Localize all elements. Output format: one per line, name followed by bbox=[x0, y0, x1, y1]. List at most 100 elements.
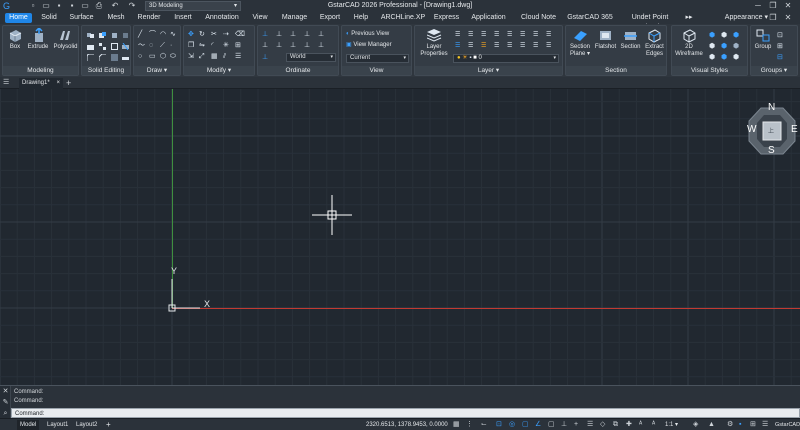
erase-icon[interactable]: ⌫ bbox=[235, 31, 245, 38]
ucs-z-icon[interactable]: ⊥ bbox=[318, 42, 325, 49]
spline-icon[interactable]: ∿ bbox=[170, 31, 177, 38]
lineweight-icon[interactable]: ☰ bbox=[587, 421, 595, 429]
save-as-icon[interactable]: ▪ bbox=[67, 1, 77, 11]
style-shaded-edges-icon[interactable]: ⬢ bbox=[721, 43, 728, 50]
helix-icon[interactable]: ◌ bbox=[149, 42, 156, 49]
command-window-handle[interactable]: ✕ ✎ ⌕ bbox=[0, 386, 11, 419]
panel-draw-title[interactable]: Draw ▾ bbox=[134, 66, 180, 75]
extrude-face-icon[interactable] bbox=[87, 43, 94, 50]
ucs-object-icon[interactable]: ⊥ bbox=[276, 42, 283, 49]
tab-annotation[interactable]: Annotation bbox=[204, 13, 240, 23]
extract-edges-button[interactable]: Extract Edges bbox=[643, 28, 666, 58]
grid-toggle-icon[interactable]: ▦ bbox=[453, 421, 461, 429]
circle-icon[interactable]: ○ bbox=[138, 53, 145, 60]
viewcube[interactable]: N S E W 上 bbox=[747, 102, 798, 157]
tab-application[interactable]: Application bbox=[470, 13, 507, 23]
panel-groups-title[interactable]: Groups ▾ bbox=[751, 66, 797, 75]
tab-render[interactable]: Render bbox=[136, 13, 162, 23]
save-icon[interactable]: ▪ bbox=[54, 1, 64, 11]
more-tabs-icon[interactable]: ▸▸ bbox=[684, 13, 694, 23]
layer-tool-14-icon[interactable]: ☰ bbox=[520, 43, 527, 50]
shell-icon[interactable] bbox=[111, 43, 118, 50]
copy-icon[interactable]: ❐ bbox=[188, 42, 195, 49]
construction-line-icon[interactable]: ⟋ bbox=[160, 42, 167, 49]
tab-home[interactable]: Home bbox=[5, 13, 32, 23]
fillet-icon[interactable]: ◜ bbox=[211, 42, 218, 49]
polygon-icon[interactable]: ⬡ bbox=[160, 53, 167, 60]
intersect-icon[interactable] bbox=[111, 32, 118, 39]
3d-osnap-icon[interactable]: ▢ bbox=[548, 421, 556, 429]
layer-tool-15-icon[interactable]: ☰ bbox=[533, 43, 540, 50]
line-icon[interactable]: ╱ bbox=[138, 31, 145, 38]
tab-layout1[interactable]: Layout1 bbox=[44, 420, 71, 430]
point-icon[interactable]: · bbox=[170, 42, 177, 49]
restore-icon[interactable]: ❐ bbox=[767, 0, 779, 12]
layer-tool-11-icon[interactable]: ☰ bbox=[481, 43, 488, 50]
ucs-origin-icon[interactable]: ⊥ bbox=[290, 31, 297, 38]
rectangle-icon[interactable]: ▭ bbox=[149, 53, 156, 60]
stretch-icon[interactable]: ⇲ bbox=[188, 53, 195, 60]
polar-toggle-icon[interactable]: ◎ bbox=[509, 421, 517, 429]
redo-icon[interactable]: ↷ bbox=[127, 1, 137, 11]
style-xray-icon[interactable]: ⬢ bbox=[721, 54, 728, 61]
subtract-icon[interactable] bbox=[99, 32, 106, 39]
settings-icon[interactable]: ✎ bbox=[0, 397, 11, 408]
panel-modify-title[interactable]: Modify ▾ bbox=[184, 66, 254, 75]
dynamic-input-icon[interactable]: + bbox=[574, 421, 582, 429]
app-logo-icon[interactable]: G bbox=[3, 1, 13, 11]
imprint-icon[interactable] bbox=[111, 54, 118, 61]
tab-export[interactable]: Export bbox=[318, 13, 342, 23]
viewcube-north[interactable]: N bbox=[768, 102, 775, 113]
layer-tool-12-icon[interactable]: ☰ bbox=[494, 43, 501, 50]
osnap-toggle-icon[interactable]: ▢ bbox=[522, 421, 530, 429]
2d-wireframe-button[interactable]: 2D Wireframe bbox=[674, 28, 704, 58]
clean-screen-icon[interactable]: ⊞ bbox=[750, 421, 758, 429]
print-icon[interactable]: ⎙ bbox=[94, 1, 104, 11]
array-icon[interactable]: ▦ bbox=[211, 53, 218, 60]
panel-layer-title[interactable]: Layer ▾ bbox=[415, 66, 562, 75]
view-manager-button[interactable]: ▣ View Manager bbox=[346, 41, 392, 49]
layer-tool-9-icon[interactable]: ☰ bbox=[455, 43, 462, 50]
isolate-objects-icon[interactable]: ▲ bbox=[708, 421, 716, 429]
layer-properties-button[interactable]: Layer Properties bbox=[418, 28, 450, 58]
layer-tool-13-icon[interactable]: ☰ bbox=[507, 43, 514, 50]
annotation-scale-select[interactable]: 1:1 ▾ bbox=[662, 420, 681, 430]
style-shades-gray-icon[interactable]: ⬢ bbox=[733, 43, 740, 50]
viewcube-east[interactable]: E bbox=[791, 124, 798, 135]
section-plane-button[interactable]: Section Plane ▾ bbox=[568, 28, 592, 58]
arc-icon[interactable]: ◠ bbox=[160, 31, 167, 38]
annotation-visibility-icon[interactable]: ᴬ bbox=[639, 421, 647, 429]
drawing-tab[interactable]: Drawing1* × bbox=[19, 78, 63, 89]
status-menu-icon[interactable]: ☰ bbox=[762, 421, 770, 429]
extend-icon[interactable]: ⇢ bbox=[223, 31, 230, 38]
dynamic-ucs-icon[interactable]: ⊥ bbox=[561, 421, 569, 429]
group-button[interactable]: Group bbox=[753, 28, 773, 51]
ucs-view-icon[interactable]: ⊥ bbox=[262, 42, 269, 49]
undo-icon[interactable]: ↶ bbox=[110, 1, 120, 11]
layer-tool-4-icon[interactable]: ☰ bbox=[494, 32, 501, 39]
tab-surface[interactable]: Surface bbox=[68, 13, 95, 23]
snap-toggle-icon[interactable]: ⋮ bbox=[466, 421, 474, 429]
thicken-icon[interactable] bbox=[122, 54, 129, 61]
layer-tool-1-icon[interactable]: ☰ bbox=[455, 32, 462, 39]
align-icon[interactable]: ⊞ bbox=[235, 42, 242, 49]
new-file-icon[interactable]: ▫ bbox=[28, 1, 38, 11]
tab-gstarcad-365[interactable]: GstarCAD 365 bbox=[567, 13, 613, 23]
style-hidden-icon[interactable]: ⬢ bbox=[709, 43, 716, 50]
wave-icon[interactable]: 〜 bbox=[138, 42, 145, 49]
scale-icon[interactable]: ⤢ bbox=[199, 53, 206, 60]
group-edit-icon[interactable]: ⊞ bbox=[777, 43, 784, 50]
ribbon-close-icon[interactable]: ✕ bbox=[782, 12, 794, 24]
tab-undet-point-cloud[interactable]: Undet Point Cloud bbox=[622, 13, 678, 31]
layer-tool-5-icon[interactable]: ☰ bbox=[507, 32, 514, 39]
ribbon-restore-icon[interactable]: ❐ bbox=[767, 12, 779, 24]
hamburger-menu-icon[interactable]: ☰ bbox=[3, 79, 11, 87]
tab-solid[interactable]: Solid bbox=[40, 13, 58, 23]
interfere-icon[interactable] bbox=[122, 32, 129, 39]
infer-icon[interactable]: ⌙ bbox=[481, 421, 489, 429]
workspace-switch-icon[interactable]: ◈ bbox=[693, 421, 701, 429]
style-sketchy-icon[interactable]: ⬢ bbox=[709, 54, 716, 61]
ungroup-icon[interactable]: ⊡ bbox=[777, 32, 784, 39]
selection-cycling-icon[interactable]: ⧉ bbox=[613, 421, 621, 429]
transparency-icon[interactable]: ◇ bbox=[600, 421, 608, 429]
